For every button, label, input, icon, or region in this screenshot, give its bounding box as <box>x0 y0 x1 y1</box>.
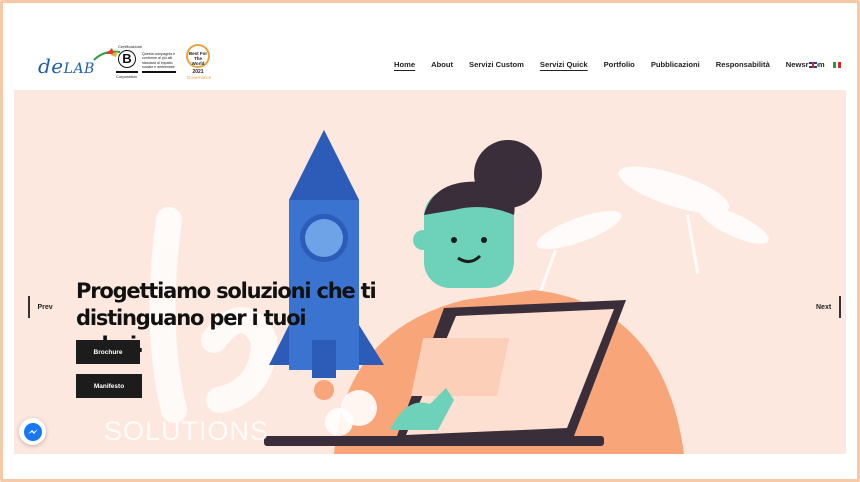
brochure-button[interactable]: Brochure <box>76 340 140 364</box>
hero-illustration <box>149 130 769 454</box>
bcorp-icon: B <box>118 50 136 68</box>
slider-next-button[interactable]: Next <box>816 296 841 318</box>
award-badge-icon: Best For The World <box>186 44 210 68</box>
nav-portfolio[interactable]: Portfolio <box>604 59 635 73</box>
messenger-icon <box>23 422 42 441</box>
hero-slider: Progettiamo soluzioni che ti distinguano… <box>14 90 846 454</box>
nav-servizi-custom[interactable]: Servizi Custom <box>469 59 524 73</box>
main-nav: Home About Servizi Custom Servizi Quick … <box>394 59 841 73</box>
nav-servizi-quick[interactable]: Servizi Quick <box>540 59 588 73</box>
site-header: deLAB Certificazione B Corporation Quest… <box>14 14 846 90</box>
solutions-watermark: SOLUTIONS <box>104 416 270 446</box>
nav-newsroom[interactable]: Newsroom <box>786 59 825 73</box>
best-for-the-world-badge: Best For The World 2021 Governance <box>182 44 216 84</box>
messenger-chat-button[interactable] <box>19 418 46 445</box>
nav-pubblicazioni[interactable]: Pubblicazioni <box>651 59 700 73</box>
logo-sub-text: LAB <box>63 61 95 77</box>
english-flag-icon[interactable] <box>809 62 817 68</box>
logo-main-text: de <box>38 54 64 78</box>
bcorp-certification: Certificazione B Corporation Questa comp… <box>116 44 176 79</box>
nav-home[interactable]: Home <box>394 59 415 73</box>
manifesto-button[interactable]: Manifesto <box>76 374 142 398</box>
nav-about[interactable]: About <box>431 59 453 73</box>
delab-logo[interactable]: deLAB <box>38 48 128 84</box>
italian-flag-icon[interactable] <box>833 62 842 68</box>
nav-responsabilita[interactable]: Responsabilità <box>716 59 770 73</box>
plant-decoration <box>535 166 769 303</box>
slider-prev-button[interactable]: Prev <box>28 296 53 318</box>
